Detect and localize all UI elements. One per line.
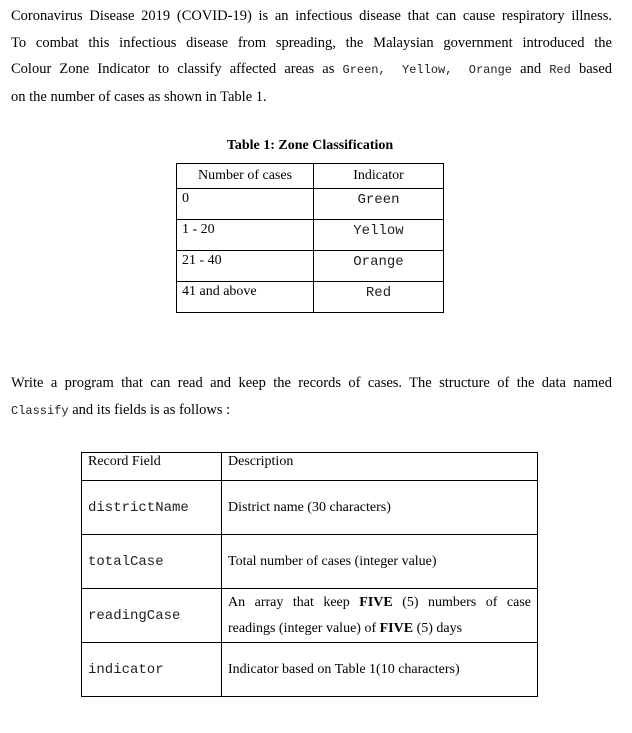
table1-header-indicator: Indicator [313,163,444,189]
desc-bold: FIVE [379,620,414,636]
record-fields-table: Record Field Description districtName Di… [81,452,538,697]
table2-header-field: Record Field [81,452,222,481]
and-word: and [520,61,542,77]
indicator-cell: Yellow [313,219,444,251]
field-name-cell: districtName [81,480,222,535]
table2-header-row: Record Field Description [81,452,538,481]
cases-cell: 41 and above [176,281,314,313]
struct-name-code: Classify [11,404,69,418]
cases-cell: 1 - 20 [176,219,314,251]
table-row: 41 and above Red [176,281,444,313]
intro-line-1: Coronavirus Disease 2019 (COVID-19) is a… [11,8,612,24]
based-word: based [579,61,613,77]
description-cell: Indicator based on Table 1(10 characters… [221,642,538,697]
description-cell: District name (30 characters) [221,480,538,535]
cases-cell: 0 [176,188,314,220]
field-name-cell: indicator [81,642,222,697]
table-row: readingCase An array that keep FIVE (5) … [81,588,538,643]
zone-orange-code: Orange [468,63,512,77]
table-row: districtName District name (30 character… [81,480,538,535]
table1-header-row: Number of cases Indicator [176,163,444,189]
intro-line-4: on the number of cases as shown in Table… [11,88,267,105]
task-line-2-text: and its fields is as follows : [68,402,231,418]
table-row: 1 - 20 Yellow [176,219,444,251]
intro-line-2: To combat this infectious disease from s… [11,34,612,51]
indicator-cell: Orange [313,250,444,282]
task-line-1: Write a program that can read and keep t… [11,375,612,391]
intro-paragraph: Coronavirus Disease 2019 (COVID-19) is a… [11,3,612,110]
zone-red-code: Red [549,63,571,77]
description-cell: Total number of cases (integer value) [221,534,538,589]
intro-line-3: Colour Zone Indicator to classify affect… [11,56,612,84]
field-name-cell: totalCase [81,534,222,589]
indicator-cell: Red [313,281,444,313]
description-cell: An array that keep FIVE (5) numbers of c… [221,588,538,643]
indicator-cell: Green [313,188,444,220]
table-row: 21 - 40 Orange [176,250,444,282]
description-line-1: An array that keep FIVE (5) numbers of c… [228,590,531,616]
desc-text: (5) days [413,620,463,636]
table1-caption: Table 1: Zone Classification [226,138,394,153]
desc-bold: FIVE [359,594,393,610]
desc-text: An array that keep [228,594,360,610]
table-row: 0 Green [176,188,444,220]
intro-line-3-text: Colour Zone Indicator to classify affect… [11,61,343,77]
field-name-cell: readingCase [81,588,222,643]
zone-classification-table: Number of cases Indicator 0 Green 1 - 20… [176,163,444,313]
task-line-2: Classify and its fields is as follows : [11,397,612,425]
table-row: totalCase Total number of cases (integer… [81,534,538,589]
zone-green-code: Green, [342,63,386,77]
desc-text: readings (integer value) of [228,620,380,636]
table2-header-description: Description [221,452,538,481]
task-paragraph: Write a program that can read and keep t… [11,370,612,425]
zone-yellow-code: Yellow, [402,63,453,77]
cases-cell: 21 - 40 [176,250,314,282]
desc-text: (5) numbers of case [392,594,531,610]
table1-header-cases: Number of cases [176,163,314,189]
table-row: indicator Indicator based on Table 1(10 … [81,642,538,697]
description-line-2: readings (integer value) of FIVE (5) day… [228,621,462,636]
